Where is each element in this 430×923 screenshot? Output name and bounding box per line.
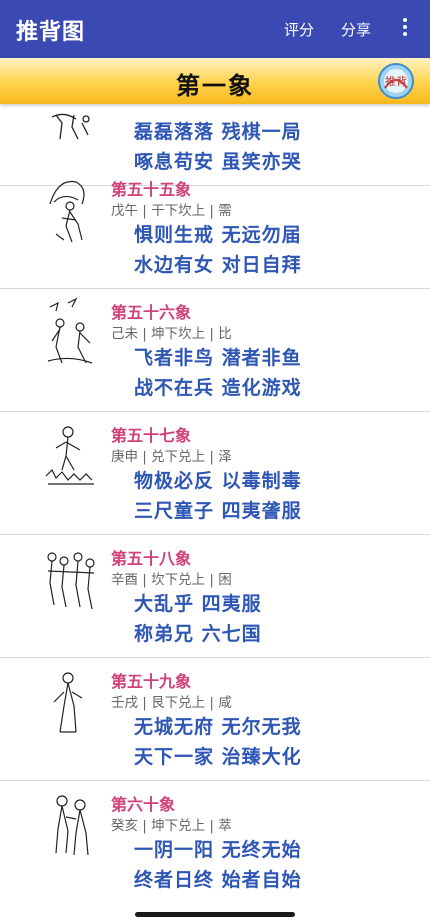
chapter-name: 第五十九象 bbox=[111, 672, 192, 691]
more-vert-icon[interactable] bbox=[394, 15, 416, 41]
figure-illustration-icon bbox=[55, 795, 89, 856]
svg-text:推背: 推背 bbox=[385, 74, 407, 88]
poem-line-1: 无城无府 无尔无我 bbox=[134, 716, 302, 738]
chapter-list[interactable]: 磊磊落落 残棋一局 啄息苟安 虽笑亦哭 第五十五象 戊午 | 干下坎上 | 需 … bbox=[0, 104, 430, 914]
poem-line-1: 大乱乎 四夷服 bbox=[134, 593, 262, 615]
share-button[interactable]: 分享 bbox=[341, 19, 371, 40]
poem-line-1: 惧则生戒 无远勿届 bbox=[134, 224, 302, 246]
figure-illustration-icon bbox=[47, 297, 93, 364]
chapter-name: 第五十五象 bbox=[111, 180, 192, 199]
poem-line-2: 终者日终 始者自始 bbox=[134, 869, 302, 891]
hexagram-info: 己未 | 坤下坎上 | 比 bbox=[111, 326, 232, 342]
app-title: 推背图 bbox=[16, 20, 86, 45]
list-item[interactable]: 第五十五象 戊午 | 干下坎上 | 需 惧则生戒 无远勿届 水边有女 对日自拜 bbox=[0, 166, 430, 289]
hexagram-info: 癸亥 | 坤下兑上 | 萃 bbox=[111, 818, 232, 834]
list-item[interactable]: 第五十七象 庚申 | 兑下兑上 | 泽 物极必反 以毒制毒 三尺童子 四夷詟服 bbox=[0, 412, 430, 535]
figure-illustration-icon bbox=[47, 552, 95, 610]
hexagram-info: 庚申 | 兑下兑上 | 泽 bbox=[111, 449, 232, 465]
hexagram-info: 戊午 | 干下坎上 | 需 bbox=[111, 203, 232, 219]
section-banner: 第一象 推背 bbox=[0, 58, 430, 104]
list-item[interactable]: 第五十九象 壬戌 | 艮下兑上 | 咸 无城无府 无尔无我 天下一家 治臻大化 bbox=[0, 658, 430, 781]
banner-title: 第一象 bbox=[176, 72, 254, 100]
poem-line-1: 飞者非鸟 潜者非鱼 bbox=[134, 347, 302, 369]
hexagram-info: 辛酉 | 坎下兑上 | 困 bbox=[111, 572, 232, 588]
list-item[interactable]: 第六十象 癸亥 | 坤下兑上 | 萃 一阴一阳 无终无始 终者日终 始者自始 bbox=[0, 781, 430, 904]
rate-button[interactable]: 评分 bbox=[284, 19, 314, 40]
figure-illustration-icon bbox=[45, 426, 94, 485]
app-bar: 推背图 评分 分享 bbox=[0, 0, 430, 58]
chapter-name: 第五十六象 bbox=[111, 303, 192, 322]
list-item[interactable]: 第五十六象 己未 | 坤下坎上 | 比 飞者非鸟 潜者非鱼 战不在兵 造化游戏 bbox=[0, 289, 430, 412]
poem-line-2: 水边有女 对日自拜 bbox=[134, 254, 302, 276]
app-logo-icon[interactable]: 推背 bbox=[377, 62, 415, 100]
figure-illustration-icon bbox=[53, 672, 83, 733]
poem-line-2: 战不在兵 造化游戏 bbox=[134, 377, 302, 399]
poem-line-1: 一阴一阳 无终无始 bbox=[134, 839, 302, 861]
poem-line-2: 天下一家 治臻大化 bbox=[134, 746, 302, 768]
hexagram-info: 壬戌 | 艮下兑上 | 咸 bbox=[111, 695, 232, 711]
poem-line-2: 称弟兄 六七国 bbox=[134, 623, 262, 645]
list-item[interactable]: 第五十八象 辛酉 | 坎下兑上 | 困 大乱乎 四夷服 称弟兄 六七国 bbox=[0, 535, 430, 658]
chapter-name: 第五十七象 bbox=[111, 426, 192, 445]
poem-line-1: 磊磊落落 残棋一局 bbox=[134, 121, 302, 143]
figure-illustration-icon bbox=[49, 180, 85, 243]
poem-line-2: 三尺童子 四夷詟服 bbox=[134, 500, 302, 522]
chapter-name: 第五十八象 bbox=[111, 549, 192, 568]
figure-illustration-icon bbox=[51, 113, 90, 140]
chapter-name: 第六十象 bbox=[111, 795, 176, 814]
poem-line-1: 物极必反 以毒制毒 bbox=[134, 470, 302, 492]
